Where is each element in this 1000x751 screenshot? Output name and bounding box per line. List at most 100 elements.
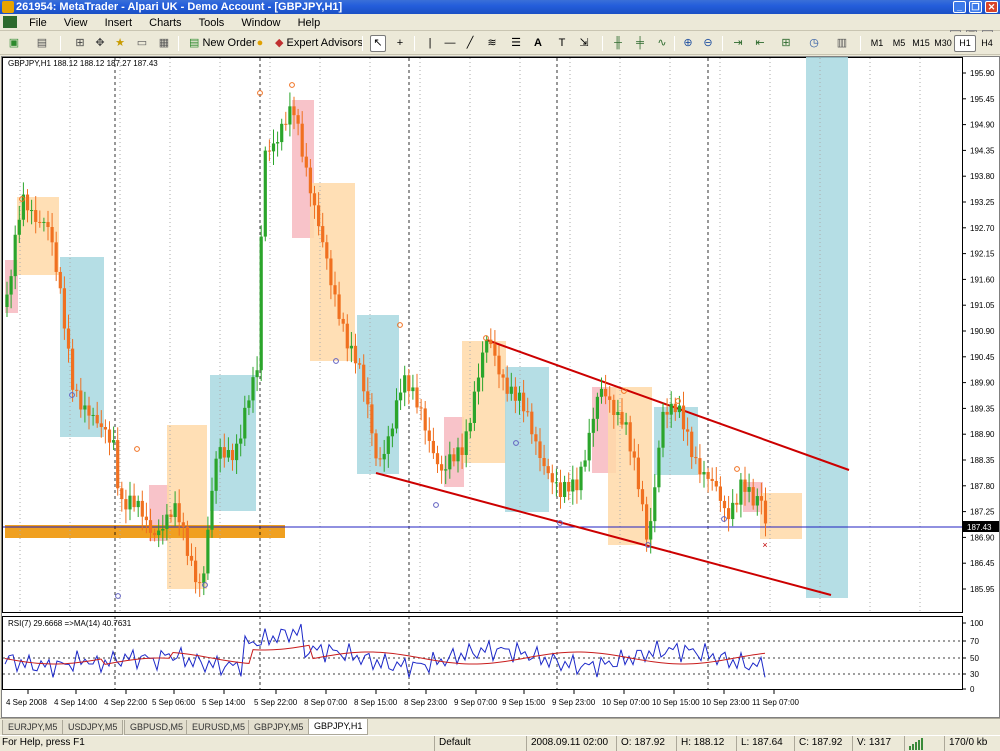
trendline-icon[interactable]: ╱ <box>462 35 478 52</box>
tab-eurjpy-m5[interactable]: EURJPY,M5 <box>2 720 64 735</box>
price-tick-label: 193.25 <box>970 198 995 207</box>
candle-body <box>415 387 419 408</box>
candle-body <box>546 466 550 474</box>
status-profile: Default <box>434 736 526 751</box>
minimize-button[interactable]: _ <box>953 1 966 13</box>
menu-charts[interactable]: Charts <box>142 14 188 30</box>
timeframe-m15[interactable]: M15 <box>910 35 932 52</box>
candle-body <box>34 210 38 222</box>
tab-gbpjpy-m5[interactable]: GBPJPY,M5 <box>248 720 310 735</box>
timeframe-m30[interactable]: M30 <box>932 35 954 52</box>
candle-body <box>497 355 501 375</box>
price-tick-label: 194.90 <box>970 121 995 130</box>
periods-icon[interactable]: ◷ <box>806 35 822 52</box>
menu-bar: File View Insert Charts Tools Window Hel… <box>0 14 1000 41</box>
candle-body <box>280 123 284 143</box>
candle-body <box>62 288 66 329</box>
timeframe-h1[interactable]: H1 <box>954 35 976 52</box>
vertical-line-icon[interactable]: | <box>422 35 438 52</box>
chart-shift-icon[interactable]: ⇤ <box>752 35 768 52</box>
price-chart[interactable]: × 195.90 195.45 194.90 194.35 193.80 193.25 192… <box>2 57 999 717</box>
tab-gbpusd-m5[interactable]: GBPUSD,M5 <box>124 720 190 735</box>
auto-scroll-icon[interactable]: ⇥ <box>730 35 746 52</box>
time-axis-label: 8 Sep 15:00 <box>354 698 398 707</box>
candlesticks-icon[interactable]: ╪ <box>632 35 648 52</box>
terminal-icon[interactable]: ▭ <box>134 35 150 52</box>
candle-body <box>112 440 116 443</box>
fibonacci-icon[interactable]: ☰ <box>508 35 524 52</box>
expert-advisors-icon: ◆ <box>275 37 284 49</box>
candle-body <box>222 447 226 458</box>
time-axis-label: 11 Sep 07:00 <box>752 698 800 707</box>
menu-help[interactable]: Help <box>291 14 328 30</box>
price-tick-label: 190.90 <box>970 327 995 336</box>
candle-body <box>378 458 382 460</box>
tab-usdjpy-m5[interactable]: USDJPY,M5 <box>62 720 124 735</box>
candle-body <box>558 482 563 498</box>
highlight-box <box>806 57 848 598</box>
menu-insert[interactable]: Insert <box>98 14 140 30</box>
crosshair-icon[interactable]: + <box>392 35 408 52</box>
timeframe-m1[interactable]: M1 <box>866 35 888 52</box>
candle-body <box>718 486 722 501</box>
price-tick-label: 188.90 <box>970 430 995 439</box>
candle-body <box>435 453 440 465</box>
equidistant-channel-icon[interactable]: ≋ <box>484 35 500 52</box>
candle-body <box>58 271 62 289</box>
status-traffic: 170/0 kb <box>944 736 1000 751</box>
zoom-out-icon[interactable]: ⊖ <box>700 35 716 52</box>
candle-body <box>362 364 366 392</box>
candle-body <box>735 502 739 505</box>
candle-body <box>628 422 632 452</box>
navigator-icon[interactable]: ★ <box>112 35 128 52</box>
indicators-icon[interactable]: ⊞ <box>778 35 794 52</box>
new-chart-icon[interactable]: ▣ <box>6 35 22 52</box>
zoom-in-icon[interactable]: ⊕ <box>680 35 696 52</box>
candle-body <box>263 150 267 237</box>
candle-body <box>513 386 517 401</box>
data-window-icon[interactable]: ✥ <box>92 35 108 52</box>
tab-gbpjpy-h1[interactable]: GBPJPY,H1 <box>308 719 369 735</box>
timeframe-m5[interactable]: M5 <box>888 35 910 52</box>
candle-body <box>583 460 587 467</box>
candle-body <box>317 205 321 227</box>
menu-view[interactable]: View <box>57 14 95 30</box>
metaeditor-icon[interactable]: ● <box>252 35 268 52</box>
new-order-button[interactable]: ▤ New Order <box>186 35 260 52</box>
text-label-icon[interactable]: T <box>554 35 570 52</box>
close-button[interactable]: ✕ <box>985 1 998 13</box>
templates-icon[interactable]: ▥ <box>834 35 850 52</box>
candle-body <box>103 427 107 430</box>
candle-body <box>239 438 243 444</box>
bar-chart-icon[interactable]: ╫ <box>610 35 626 52</box>
arrows-icon[interactable]: ⇲ <box>576 35 592 52</box>
market-watch-icon[interactable]: ⊞ <box>72 35 88 52</box>
status-volume: V: 1317 <box>852 736 904 751</box>
cursor-icon[interactable]: ↖ <box>370 35 386 52</box>
profiles-icon[interactable]: ▤ <box>34 35 50 52</box>
candle-body <box>653 487 657 522</box>
tab-eurusd-m5[interactable]: EURUSD,M5 <box>186 720 252 735</box>
line-chart-icon[interactable]: ∿ <box>654 35 670 52</box>
candle-body <box>46 221 50 228</box>
candle-body <box>247 400 251 408</box>
menu-tools[interactable]: Tools <box>192 14 232 30</box>
chart-info-line: GBPJPY,H1 188.12 188.12 187.27 187.43 <box>8 59 158 68</box>
timeframe-h4[interactable]: H4 <box>976 35 998 52</box>
text-icon[interactable]: A <box>530 35 546 52</box>
candle-body <box>661 411 665 448</box>
chart-window[interactable]: × 195.90 195.45 194.90 194.35 193.80 193.25 192… <box>1 56 1000 718</box>
candle-body <box>522 392 526 412</box>
candle-body <box>300 123 304 157</box>
expert-advisors-button[interactable]: ◆ Expert Advisors <box>272 35 367 52</box>
maximize-button[interactable]: ❐ <box>969 1 982 13</box>
chart-window-icon[interactable] <box>3 16 17 28</box>
candle-body <box>304 156 308 168</box>
candle-body <box>485 339 489 353</box>
horizontal-line-icon[interactable]: — <box>442 35 458 52</box>
menu-file[interactable]: File <box>22 14 54 30</box>
candle-body <box>464 431 468 455</box>
candle-body <box>349 345 353 349</box>
menu-window[interactable]: Window <box>234 14 287 30</box>
tester-icon[interactable]: ▦ <box>156 35 172 52</box>
